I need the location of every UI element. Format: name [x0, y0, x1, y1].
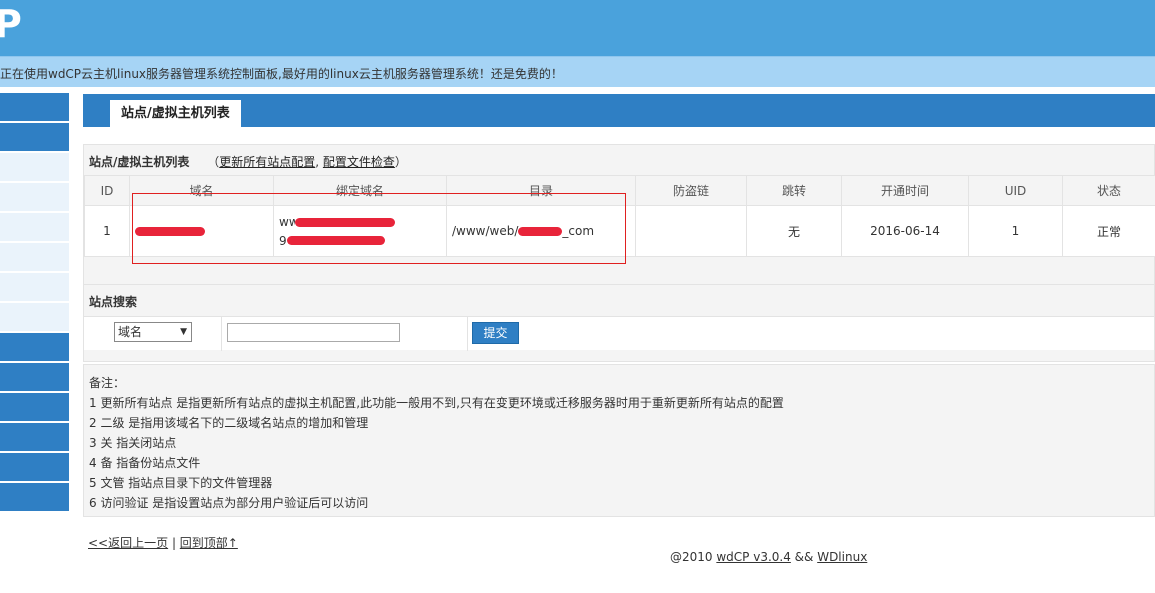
site-list-title: 站点/虚拟主机列表 — [89, 155, 190, 169]
col-redirect: 跳转 — [746, 175, 842, 206]
search-input[interactable] — [227, 323, 400, 342]
site-list-heading: 站点/虚拟主机列表 （更新所有站点配置, 配置文件检查） — [89, 153, 407, 170]
note-item: 4 备 指备份站点文件 — [89, 456, 201, 470]
col-id: ID — [84, 175, 130, 206]
col-antileech: 防盗链 — [635, 175, 747, 206]
notice-text: 正在使用wdCP云主机linux服务器管理系统控制面板,最好用的linux云主机… — [0, 67, 563, 81]
paren-open: （ — [207, 155, 220, 169]
logo: P — [0, 2, 22, 46]
notes-title: 备注： — [89, 376, 126, 390]
row-redirect: 无 — [746, 205, 842, 257]
site-search-panel: 站点搜索 域名 ▼ 提交 — [83, 284, 1155, 351]
search-field-value: 域名 — [118, 325, 143, 339]
sidebar-item[interactable] — [0, 363, 69, 391]
sidebar-item[interactable] — [0, 213, 69, 241]
sidebar-item[interactable] — [0, 153, 69, 181]
sidebar-item[interactable] — [0, 453, 69, 481]
footer-and: && — [790, 550, 818, 564]
submit-button[interactable]: 提交 — [472, 322, 519, 344]
title-bar: 站点/虚拟主机列表 — [83, 94, 1155, 127]
paren-close: ） — [394, 155, 407, 169]
notice-bar: 正在使用wdCP云主机linux服务器管理系统控制面板,最好用的linux云主机… — [0, 56, 1155, 87]
footer: @2010 wdCP v3.0.4 && WDlinux — [670, 550, 867, 564]
note-item: 1 更新所有站点 是指更新所有站点的虚拟主机配置,此功能一般用不到,只有在变更环… — [89, 396, 784, 410]
notes-panel: 备注： 1 更新所有站点 是指更新所有站点的虚拟主机配置,此功能一般用不到,只有… — [83, 364, 1155, 517]
dropdown-arrow-icon: ▼ — [180, 327, 187, 337]
sidebar-item[interactable] — [0, 273, 69, 301]
config-check-link[interactable]: 配置文件检查 — [323, 155, 395, 169]
col-uid: UID — [968, 175, 1063, 206]
main-content: 站点/虚拟主机列表 站点/虚拟主机列表 （更新所有站点配置, 配置文件检查） I… — [83, 94, 1155, 517]
link-separator: , — [315, 155, 320, 169]
row-status: 正常 — [1062, 205, 1155, 257]
footer-copyright: @2010 — [670, 550, 717, 564]
sidebar-item[interactable] — [0, 393, 69, 421]
company-link[interactable]: WDlinux — [817, 550, 867, 564]
sidebar-item[interactable] — [0, 303, 69, 331]
update-all-sites-link[interactable]: 更新所有站点配置 — [219, 155, 315, 169]
back-nav: <<返回上一页 | 回到顶部↑ — [88, 534, 238, 551]
sidebar-item[interactable] — [0, 423, 69, 451]
search-row: 域名 ▼ 提交 — [84, 316, 1154, 351]
note-item: 5 文管 指站点目录下的文件管理器 — [89, 476, 273, 490]
sidebar-item[interactable] — [0, 93, 69, 121]
sidebar-item[interactable] — [0, 123, 69, 151]
back-link[interactable]: <<返回上一页 — [88, 536, 168, 550]
note-item: 6 访问验证 是指设置站点为部分用户验证后可以访问 — [89, 496, 369, 510]
row-uid: 1 — [968, 205, 1063, 257]
search-field-select[interactable]: 域名 ▼ — [114, 322, 192, 342]
nav-separator: | — [168, 536, 180, 550]
sidebar-item[interactable] — [0, 483, 69, 511]
sidebar — [0, 93, 69, 513]
note-item: 2 二级 是指用该域名下的二级域名站点的增加和管理 — [89, 416, 369, 430]
search-title: 站点搜索 — [89, 295, 138, 309]
page-title: 站点/虚拟主机列表 — [110, 100, 241, 127]
annotation-box — [132, 193, 626, 264]
col-open-date: 开通时间 — [841, 175, 969, 206]
back-to-top-link[interactable]: 回到顶部↑ — [180, 536, 238, 550]
sidebar-item[interactable] — [0, 333, 69, 361]
cell-divider — [221, 317, 222, 351]
row-antileech — [635, 205, 747, 257]
cell-divider — [467, 317, 468, 351]
sidebar-item[interactable] — [0, 183, 69, 211]
row-id: 1 — [84, 205, 130, 257]
col-status: 状态 — [1062, 175, 1155, 206]
row-open-date: 2016-06-14 — [841, 205, 969, 257]
product-link[interactable]: wdCP v3.0.4 — [716, 550, 791, 564]
note-item: 3 关 指关闭站点 — [89, 436, 177, 450]
sidebar-item[interactable] — [0, 243, 69, 271]
top-banner: P — [0, 0, 1155, 56]
